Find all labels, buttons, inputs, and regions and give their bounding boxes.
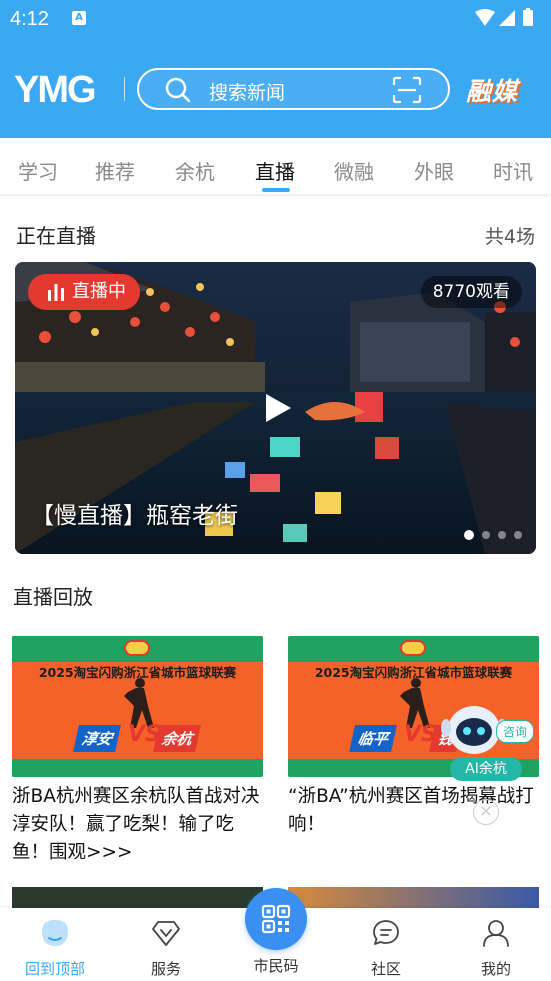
- nav-service[interactable]: 服务: [126, 908, 206, 981]
- live-stream-banner[interactable]: 直播中 8770观看 【慢直播】瓶窑老街: [15, 262, 536, 554]
- notification-icon: A: [72, 11, 86, 25]
- nav-back-to-top[interactable]: 回到顶部: [15, 908, 95, 981]
- tab-waiyan[interactable]: 外眼: [414, 156, 454, 185]
- replay-title[interactable]: “浙BA”杭州赛区首场揭幕战打响！: [288, 783, 539, 839]
- team-left: 淳安: [73, 725, 121, 752]
- citizen-code-label: 市民码: [253, 957, 299, 975]
- ai-yuhang-label[interactable]: AI余杭: [450, 757, 522, 781]
- live-stream-title: 【慢直播】瓶窑老街: [31, 503, 238, 529]
- app-header: 4:12 A YMG 搜索新闻 融媒: [0, 0, 551, 138]
- category-tabs: 学习 推荐 余杭 直播 微融 外眼 时讯: [0, 138, 551, 194]
- league-sticker: [400, 640, 426, 656]
- tab-yuhang[interactable]: 余杭: [175, 156, 215, 185]
- nav-community[interactable]: 社区: [346, 908, 426, 981]
- scan-icon[interactable]: [392, 76, 422, 104]
- tab-shixun[interactable]: 时讯: [493, 156, 533, 185]
- user-icon: [483, 920, 509, 947]
- view-count: 8770观看: [420, 276, 522, 308]
- search-box[interactable]: 搜索新闻: [137, 68, 450, 110]
- live-badge-label: 直播中: [72, 281, 126, 302]
- nav-label: 服务: [150, 960, 181, 978]
- qr-code-icon: [261, 904, 291, 934]
- carousel-dot[interactable]: [482, 531, 490, 539]
- carousel-dot[interactable]: [464, 530, 474, 540]
- citizen-code-button[interactable]: [245, 888, 307, 950]
- tab-zhibo[interactable]: 直播: [255, 156, 295, 185]
- live-bars-icon: [48, 284, 64, 301]
- chat-bubble-icon: [373, 920, 399, 945]
- rongmei-brand-logo[interactable]: 融媒: [466, 72, 518, 108]
- ai-consult-bubble[interactable]: 咨询: [496, 720, 535, 743]
- league-sticker: [124, 640, 150, 656]
- status-time: 4:12: [10, 8, 49, 30]
- play-icon[interactable]: [263, 392, 293, 424]
- carousel-indicator: [464, 530, 522, 540]
- header-divider: [124, 77, 125, 101]
- ymg-logo-text: YMG: [14, 69, 95, 110]
- replay-thumbnail: 2025淘宝闪购浙江省城市篮球联赛 淳安 VS 余杭: [12, 636, 263, 777]
- carousel-dot[interactable]: [498, 531, 506, 539]
- replay-title[interactable]: 浙BA杭州赛区余杭队首战对决淳安队！赢了吃梨！输了吃鱼！围观>>>: [12, 783, 263, 867]
- status-icons: [475, 8, 533, 26]
- nav-profile[interactable]: 我的: [456, 908, 536, 981]
- close-icon[interactable]: ×: [473, 799, 499, 825]
- team-left: 临平: [349, 725, 397, 752]
- replay-card[interactable]: 2025淘宝闪购浙江省城市篮球联赛 淳安 VS 余杭 浙BA杭州赛区余杭队首战对…: [12, 636, 263, 867]
- nav-label: 我的: [480, 960, 511, 978]
- carousel-dot[interactable]: [514, 531, 522, 539]
- replay-section-title: 直播回放: [13, 585, 93, 609]
- team-right: 余杭: [153, 725, 201, 752]
- search-placeholder: 搜索新闻: [209, 82, 286, 104]
- back-to-top-icon: [42, 920, 68, 946]
- live-section-title: 正在直播: [16, 224, 96, 248]
- diamond-icon: [152, 921, 180, 946]
- active-tab-indicator: [262, 188, 290, 192]
- live-badge: 直播中: [28, 274, 140, 310]
- tab-xuexi[interactable]: 学习: [18, 156, 58, 185]
- nav-label: 社区: [370, 960, 401, 978]
- tab-weirong[interactable]: 微融: [334, 156, 374, 185]
- live-count: 共4场: [484, 226, 535, 248]
- tab-tuijian[interactable]: 推荐: [95, 156, 135, 185]
- search-icon: [165, 77, 191, 103]
- nav-label: 回到顶部: [24, 960, 85, 978]
- ymg-logo[interactable]: YMG: [14, 66, 128, 110]
